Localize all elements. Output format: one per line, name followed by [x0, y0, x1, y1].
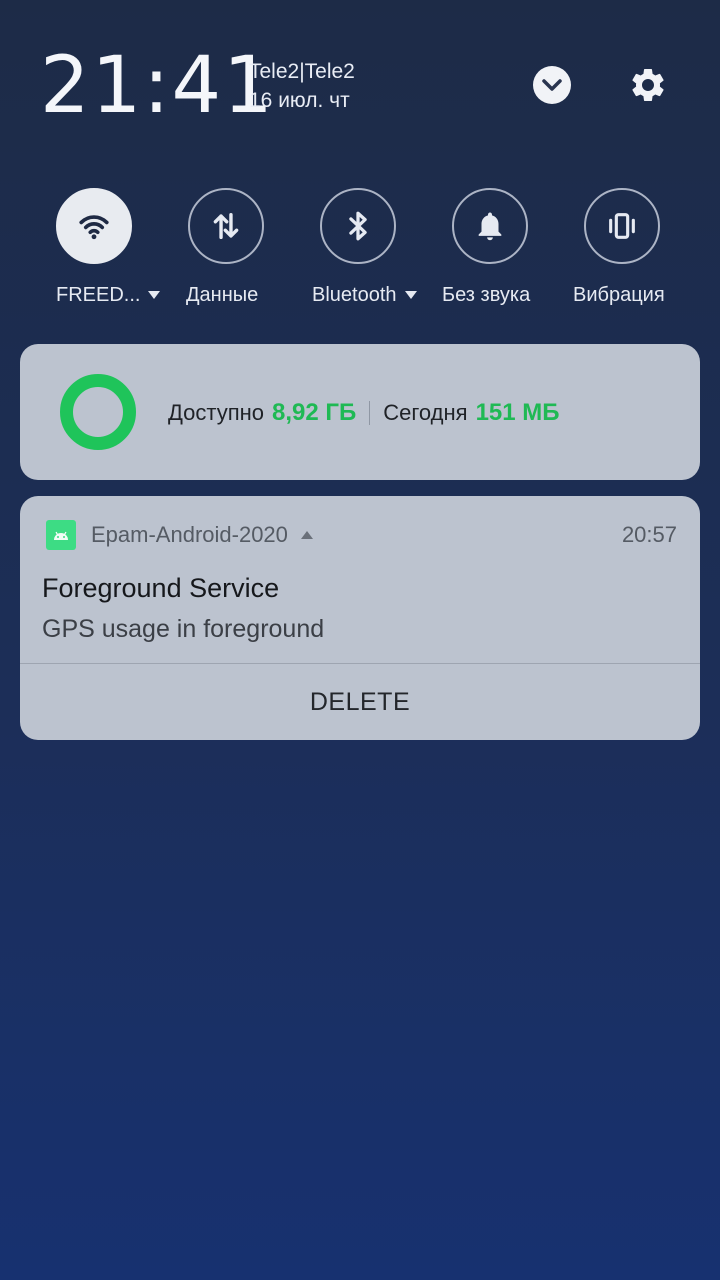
tile-silent[interactable]	[452, 188, 528, 264]
today-label: Сегодня	[383, 400, 468, 425]
expand-button[interactable]	[533, 66, 571, 104]
tile-silent-label[interactable]: Без звука	[442, 282, 530, 308]
tile-mobile-data-label[interactable]: Данные	[186, 282, 258, 308]
notification-app-header[interactable]: Epam-Android-2020	[91, 522, 313, 548]
tile-wifi[interactable]	[56, 188, 132, 264]
settings-button[interactable]	[627, 64, 669, 106]
available-value: 8,92 ГБ	[272, 399, 357, 426]
chevron-up-icon	[300, 531, 313, 539]
bell-icon	[478, 212, 502, 241]
notification-text: GPS usage in foreground	[42, 615, 325, 643]
android-icon	[46, 520, 76, 550]
today-value: 151 МБ	[475, 399, 560, 426]
tile-mobile-data[interactable]	[188, 188, 264, 264]
tile-bluetooth-label[interactable]: Bluetooth	[312, 282, 417, 308]
tile-wifi-label[interactable]: FREED...	[56, 282, 161, 308]
tile-bluetooth-text: Bluetooth	[312, 284, 397, 306]
bluetooth-icon	[349, 211, 367, 241]
available-label: Доступно	[168, 400, 265, 425]
wifi-icon	[79, 215, 109, 240]
carrier-name: Tele2|Tele2	[249, 60, 355, 83]
notification-title: Foreground Service	[42, 573, 280, 603]
notification-time: 20:57	[621, 522, 677, 547]
tile-vibration-label[interactable]: Вибрация	[573, 282, 665, 308]
chevron-down-icon	[542, 79, 562, 91]
dropdown-caret-icon	[404, 291, 417, 299]
delete-button[interactable]: DELETE	[20, 664, 700, 740]
tile-vibration[interactable]	[584, 188, 660, 264]
divider	[369, 401, 371, 425]
dropdown-caret-icon	[148, 291, 161, 299]
mobile-data-icon	[213, 212, 239, 240]
tile-bluetooth[interactable]	[320, 188, 396, 264]
gear-icon	[632, 68, 664, 101]
date: 16 июл. чт	[249, 89, 350, 112]
clock: 21:41	[40, 41, 275, 131]
data-usage-summary: Доступно 8,92 ГБ Сегодня 151 МБ	[168, 398, 560, 428]
vibration-icon	[609, 213, 635, 239]
data-usage-ring-icon	[60, 374, 136, 450]
tile-wifi-text: FREED...	[56, 284, 141, 306]
app-name: Epam-Android-2020	[91, 522, 288, 547]
